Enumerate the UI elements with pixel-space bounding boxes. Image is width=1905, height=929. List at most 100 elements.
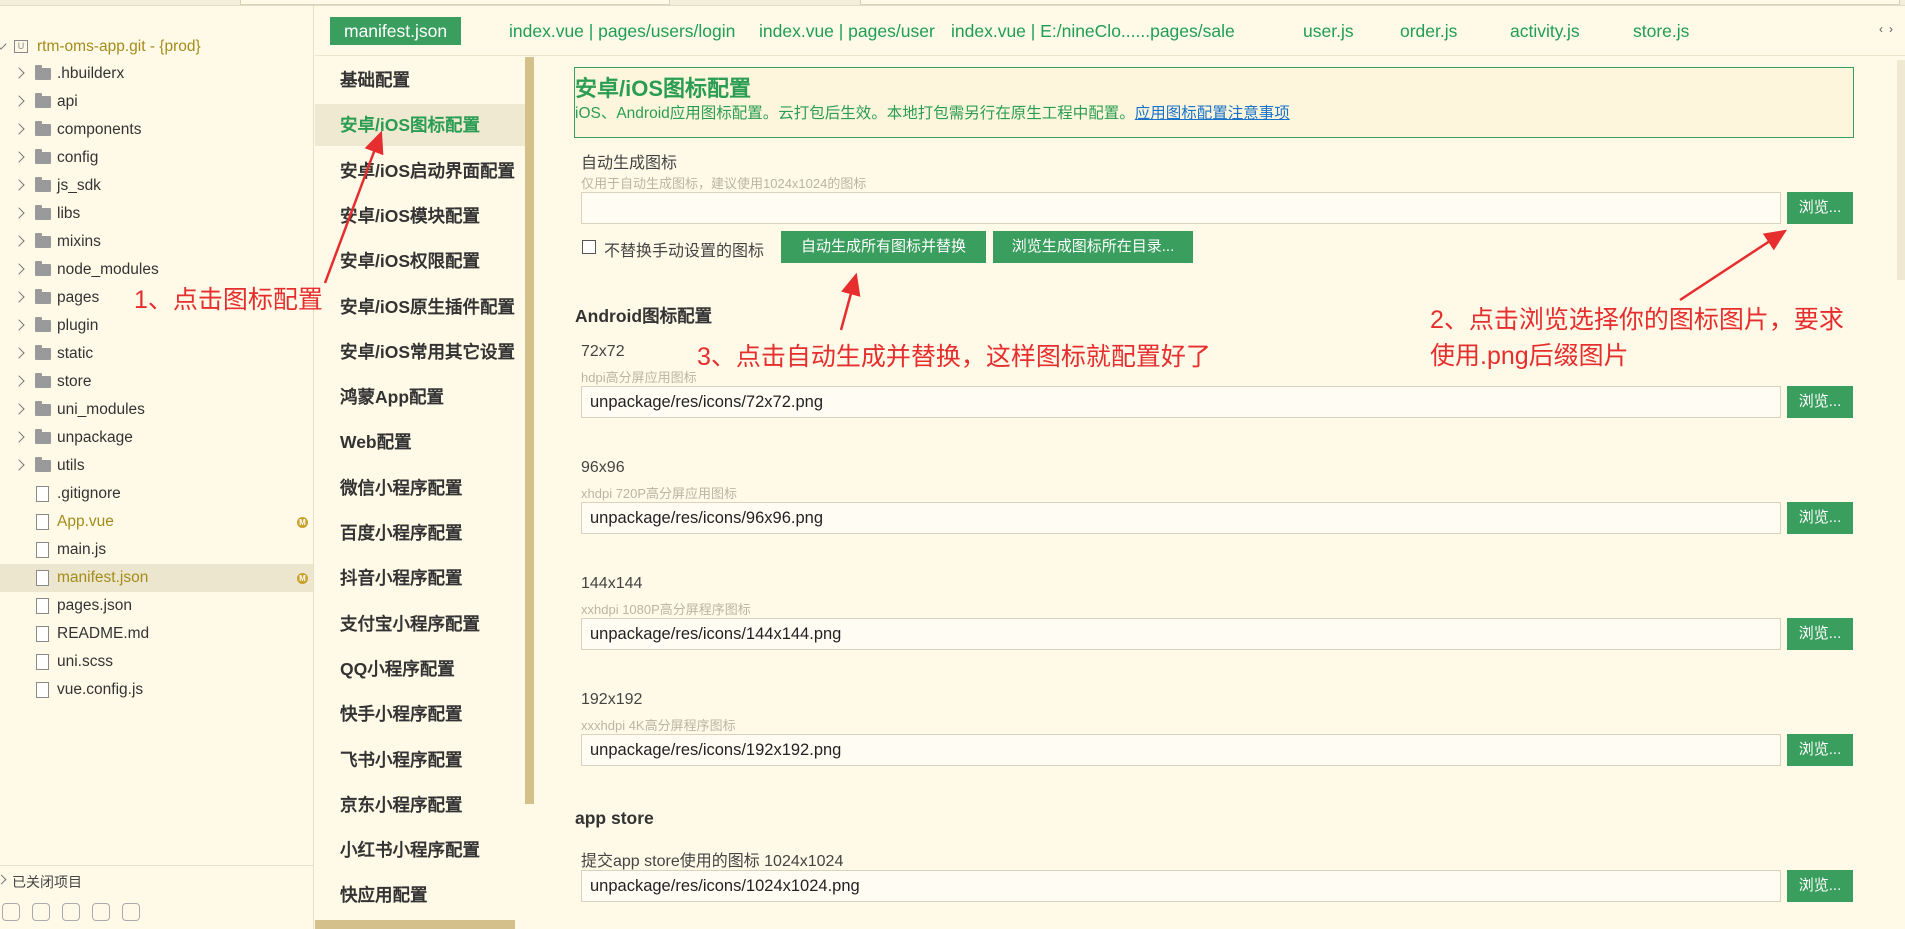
settings-nav-item[interactable]: 安卓/iOS启动界面配置 [315, 150, 525, 192]
main-scrollbar[interactable] [1897, 60, 1905, 280]
tab-scroll-arrows[interactable]: ‹› [1879, 22, 1899, 36]
closed-projects[interactable]: 已关闭项目 [0, 865, 313, 893]
appstore-icon-input[interactable]: unpackage/res/icons/1024x1024.png [581, 870, 1781, 902]
tree-file[interactable]: README.md [0, 620, 313, 648]
tab-manifest-json[interactable]: manifest.json [330, 17, 462, 45]
tree-item-label: plugin [57, 317, 99, 334]
icon-192-input[interactable]: unpackage/res/icons/192x192.png [581, 734, 1781, 766]
tree-folder[interactable]: components [0, 116, 313, 144]
chevron-right-icon[interactable] [13, 263, 25, 275]
chevron-right-icon[interactable] [13, 291, 25, 303]
icon-96-browse-button[interactable]: 浏览... [1787, 502, 1853, 534]
chevron-right-icon[interactable] [13, 459, 25, 471]
tree-folder[interactable]: utils [0, 452, 313, 480]
tree-item-label: .gitignore [57, 485, 121, 502]
tree-file[interactable]: manifest.json M [0, 564, 313, 592]
refresh-icon[interactable] [92, 903, 110, 921]
tab-activity-js[interactable]: activity.js [1510, 17, 1580, 45]
tree-file[interactable]: main.js [0, 536, 313, 564]
folder-icon [35, 93, 51, 108]
tree-item-label: uni_modules [57, 401, 145, 418]
nav-scrollbar[interactable] [525, 57, 534, 804]
file-explorer: U rtm-oms-app.git - {prod} .hbuilderx api… [0, 6, 314, 929]
chevron-right-icon[interactable] [13, 347, 25, 359]
chevron-right-icon[interactable] [13, 235, 25, 247]
tree-folder[interactable]: unpackage [0, 424, 313, 452]
settings-nav-item[interactable]: 安卓/iOS原生插件配置 [315, 286, 525, 328]
chevron-right-icon[interactable] [13, 207, 25, 219]
icon-72-browse-button[interactable]: 浏览... [1787, 386, 1853, 418]
settings-nav-item[interactable]: 快应用配置 [315, 874, 525, 916]
tree-file[interactable]: pages.json [0, 592, 313, 620]
icon-96-input[interactable]: unpackage/res/icons/96x96.png [581, 502, 1781, 534]
chevron-right-icon[interactable] [13, 95, 25, 107]
settings-nav-item[interactable]: 微信小程序配置 [315, 467, 525, 509]
annotation-step1: 1、点击图标配置 [134, 286, 323, 314]
tree-folder[interactable]: store [0, 368, 313, 396]
project-icon[interactable] [2, 903, 20, 921]
tree-folder[interactable]: libs [0, 200, 313, 228]
tab-order-js[interactable]: order.js [1400, 17, 1457, 45]
settings-nav-item[interactable]: 鸿蒙App配置 [315, 376, 525, 418]
auto-icon-input[interactable] [581, 192, 1781, 224]
icon-144-input[interactable]: unpackage/res/icons/144x144.png [581, 618, 1781, 650]
icon-144-browse-button[interactable]: 浏览... [1787, 618, 1853, 650]
tab-store-js[interactable]: store.js [1633, 17, 1689, 45]
no-replace-checkbox[interactable] [582, 240, 596, 254]
auto-icon-browse-button[interactable]: 浏览... [1787, 192, 1853, 224]
appstore-browse-button[interactable]: 浏览... [1787, 870, 1853, 902]
settings-nav-item[interactable]: 安卓/iOS权限配置 [315, 240, 525, 282]
debug-icon[interactable] [62, 903, 80, 921]
tab-sale-index[interactable]: index.vue | E:/nineClo......pages/sale [951, 17, 1235, 45]
tree-file[interactable]: .gitignore [0, 480, 313, 508]
settings-nav-item[interactable]: 飞书小程序配置 [315, 739, 525, 781]
chevron-right-icon[interactable] [13, 123, 25, 135]
tree-folder[interactable]: plugin [0, 312, 313, 340]
icon-72-input[interactable]: unpackage/res/icons/72x72.png [581, 386, 1781, 418]
tree-folder[interactable]: uni_modules [0, 396, 313, 424]
chevron-right-icon[interactable] [13, 375, 25, 387]
chevron-right-icon[interactable] [13, 403, 25, 415]
icon-config-notes-link[interactable]: 应用图标配置注意事项 [1135, 105, 1290, 122]
nav-horizontal-scrollbar[interactable] [315, 920, 515, 929]
settings-nav-item[interactable]: 安卓/iOS常用其它设置 [315, 331, 525, 373]
tree-folder[interactable]: api [0, 88, 313, 116]
tree-folder[interactable]: .hbuilderx [0, 60, 313, 88]
chevron-right-icon[interactable] [13, 319, 25, 331]
settings-nav-item[interactable]: 基础配置 [315, 59, 525, 101]
project-root[interactable]: U rtm-oms-app.git - {prod} [0, 32, 313, 60]
tab-user-js[interactable]: user.js [1303, 17, 1354, 45]
settings-nav-item[interactable]: 京东小程序配置 [315, 784, 525, 826]
chevron-right-icon[interactable] [13, 151, 25, 163]
cloud-icon[interactable] [122, 903, 140, 921]
tree-folder[interactable]: mixins [0, 228, 313, 256]
tree-folder[interactable]: config [0, 144, 313, 172]
git-modified-badge: M [297, 573, 308, 584]
tree-file[interactable]: vue.config.js [0, 676, 313, 704]
tree-folder[interactable]: static [0, 340, 313, 368]
settings-nav-item[interactable]: 安卓/iOS图标配置 [315, 104, 525, 146]
settings-nav-item[interactable]: 小红书小程序配置 [315, 829, 525, 871]
settings-nav-item[interactable]: Web配置 [315, 421, 525, 463]
tree-file[interactable]: uni.scss [0, 648, 313, 676]
settings-nav-item[interactable]: 快手小程序配置 [315, 693, 525, 735]
settings-nav-item[interactable]: 抖音小程序配置 [315, 557, 525, 599]
run-icon[interactable] [32, 903, 50, 921]
settings-nav-item[interactable]: 支付宝小程序配置 [315, 603, 525, 645]
chevron-right-icon[interactable] [13, 67, 25, 79]
tab-login-index[interactable]: index.vue | pages/users/login [509, 17, 735, 45]
tab-user-index[interactable]: index.vue | pages/user [759, 17, 935, 45]
chevron-right-icon[interactable] [13, 179, 25, 191]
file-icon [36, 542, 49, 558]
tree-file[interactable]: App.vue M [0, 508, 313, 536]
tree-folder[interactable]: js_sdk [0, 172, 313, 200]
settings-nav-item[interactable]: 安卓/iOS模块配置 [315, 195, 525, 237]
settings-nav-item[interactable]: 百度小程序配置 [315, 512, 525, 554]
auto-generate-button[interactable]: 自动生成所有图标并替换 [781, 231, 986, 263]
chevron-right-icon[interactable] [13, 431, 25, 443]
icon-192-browse-button[interactable]: 浏览... [1787, 734, 1853, 766]
folder-icon [35, 429, 51, 444]
settings-nav-item[interactable]: QQ小程序配置 [315, 648, 525, 690]
browse-generated-dir-button[interactable]: 浏览生成图标所在目录... [993, 231, 1193, 263]
folder-icon [35, 345, 51, 360]
